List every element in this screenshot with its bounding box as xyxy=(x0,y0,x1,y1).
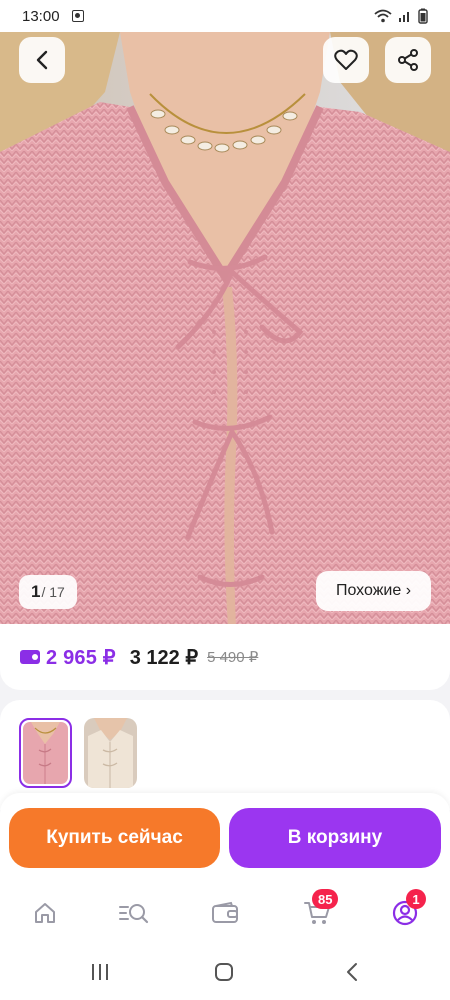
product-page: 13:00 1 / 17 Похожие › 2 965 ₽ 3 122 ₽ 5… xyxy=(0,0,450,1000)
product-photo xyxy=(0,32,450,628)
purchase-action-bar: Купить сейчас В корзину xyxy=(0,793,450,883)
recent-apps-button[interactable] xyxy=(88,961,112,983)
nav-home[interactable] xyxy=(25,895,65,931)
price-card: 2 965 ₽ 3 122 ₽ 5 490 ₽ xyxy=(0,624,450,690)
status-icons xyxy=(374,8,428,24)
regular-price: 3 122 ₽ xyxy=(129,646,199,669)
buy-now-button[interactable]: Купить сейчас xyxy=(9,808,220,868)
photo-counter-current: 1 xyxy=(31,582,41,601)
share-button[interactable] xyxy=(385,37,431,83)
similar-products-button[interactable]: Похожие › xyxy=(316,571,431,611)
thumbnail-beige-image xyxy=(84,718,137,788)
back-button[interactable] xyxy=(19,37,65,83)
wifi-icon xyxy=(374,9,392,23)
bottom-navigation xyxy=(0,883,450,945)
signal-icon xyxy=(399,12,409,22)
add-to-cart-button[interactable]: В корзину xyxy=(229,808,441,868)
system-back-icon xyxy=(347,963,357,981)
share-icon xyxy=(398,49,418,71)
battery-icon xyxy=(418,8,428,24)
nav-catalog[interactable] xyxy=(114,895,154,931)
favorite-button[interactable] xyxy=(323,37,369,83)
chevron-left-icon xyxy=(36,50,48,70)
cart-count-badge: 85 xyxy=(312,889,339,909)
wallet-icon xyxy=(212,901,238,923)
thumbnail-pink-image xyxy=(23,722,68,784)
recent-apps-icon xyxy=(92,964,108,980)
thumbnail-beige-variant[interactable] xyxy=(84,718,137,788)
system-home-button[interactable] xyxy=(212,961,236,983)
catalog-search-icon xyxy=(119,904,149,924)
wallet-price: 2 965 ₽ xyxy=(46,646,116,669)
home-icon xyxy=(35,903,55,923)
profile-notification-badge: 1 xyxy=(406,889,426,909)
thumbnail-pink-variant[interactable] xyxy=(19,718,72,788)
product-photo-gallery[interactable]: 1 / 17 Похожие › xyxy=(0,32,450,628)
wallet-price-icon xyxy=(20,650,40,664)
old-price: 5 490 ₽ xyxy=(207,649,259,666)
system-home-icon xyxy=(215,963,233,981)
photo-counter-total: / 17 xyxy=(41,584,65,600)
notification-app-icon xyxy=(71,10,84,22)
status-time: 13:00 xyxy=(22,7,60,25)
heart-icon xyxy=(334,49,358,70)
system-back-button[interactable] xyxy=(340,961,364,983)
system-navigation-bar xyxy=(0,945,450,1000)
status-bar: 13:00 xyxy=(0,0,450,32)
nav-wallet[interactable] xyxy=(205,895,245,931)
photo-counter: 1 / 17 xyxy=(19,575,77,609)
